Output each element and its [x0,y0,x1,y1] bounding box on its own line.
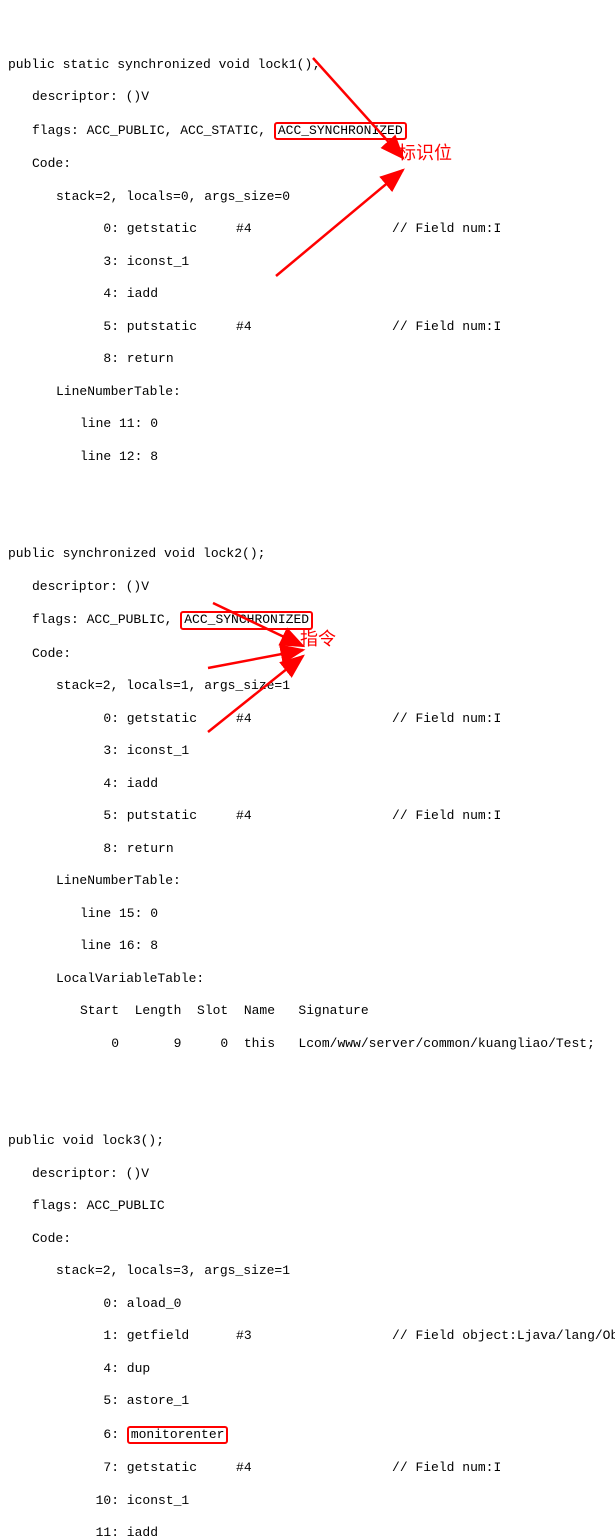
m2-desc: descriptor: ()V [8,579,607,595]
m3-stack: stack=2, locals=3, args_size=1 [8,1263,607,1279]
m1-lnt: line 12: 8 [8,449,607,465]
m1-lnt-label: LineNumberTable: [8,384,607,400]
m3-instr: 7: getstatic #4 // Field num:I [8,1460,607,1476]
m3-instr: 11: iadd [8,1525,607,1536]
m1-flags-line: flags: ACC_PUBLIC, ACC_STATIC, ACC_SYNCH… [8,122,607,140]
m2-stack: stack=2, locals=1, args_size=1 [8,678,607,694]
m2-lnt: line 16: 8 [8,938,607,954]
m1-lnt: line 11: 0 [8,416,607,432]
m2-lnt: line 15: 0 [8,906,607,922]
m2-sig: public synchronized void lock2(); [8,546,607,562]
monitorenter-hl: monitorenter [127,1426,229,1444]
m1-instr: 5: putstatic #4 // Field num:I [8,319,607,335]
m1-desc: descriptor: ()V [8,89,607,105]
m1-stack: stack=2, locals=0, args_size=0 [8,189,607,205]
m3-instr: 0: aload_0 [8,1296,607,1312]
m2-instr: 4: iadd [8,776,607,792]
m1-flag-sync: ACC_SYNCHRONIZED [274,122,407,140]
m1-sig: public static synchronized void lock1(); [8,57,607,73]
m2-instr: 3: iconst_1 [8,743,607,759]
m2-lvt-label: LocalVariableTable: [8,971,607,987]
m3-instr: 10: iconst_1 [8,1493,607,1509]
m2-flags-line: flags: ACC_PUBLIC, ACC_SYNCHRONIZED [8,611,607,629]
m3-code: Code: [8,1231,607,1247]
bytecode-dump: public static synchronized void lock1();… [8,8,607,1536]
m1-instr: 3: iconst_1 [8,254,607,270]
m2-flag-sync: ACC_SYNCHRONIZED [180,611,313,629]
m3-sig: public void lock3(); [8,1133,607,1149]
m3-instr: 5: astore_1 [8,1393,607,1409]
m1-flags-prefix: flags: ACC_PUBLIC, ACC_STATIC, [32,123,274,138]
m2-instr: 0: getstatic #4 // Field num:I [8,711,607,727]
m1-instr: 0: getstatic #4 // Field num:I [8,221,607,237]
m3-instr: 4: dup [8,1361,607,1377]
m2-flags-prefix: flags: ACC_PUBLIC, [32,612,180,627]
m3-flags: flags: ACC_PUBLIC [8,1198,607,1214]
m2-lvt-row: 0 9 0 this Lcom/www/server/common/kuangl… [8,1036,607,1052]
m1-code: Code: [8,156,607,172]
m2-lnt-label: LineNumberTable: [8,873,607,889]
m2-lvt-header: Start Length Slot Name Signature [8,1003,607,1019]
m1-instr: 4: iadd [8,286,607,302]
m2-instr: 5: putstatic #4 // Field num:I [8,808,607,824]
m1-instr: 8: return [8,351,607,367]
m3-instr-hl: 6: monitorenter [8,1426,607,1444]
m3-instr: 1: getfield #3 // Field object:Ljava/lan… [8,1328,607,1344]
m2-code: Code: [8,646,607,662]
m2-instr: 8: return [8,841,607,857]
m3-desc: descriptor: ()V [8,1166,607,1182]
